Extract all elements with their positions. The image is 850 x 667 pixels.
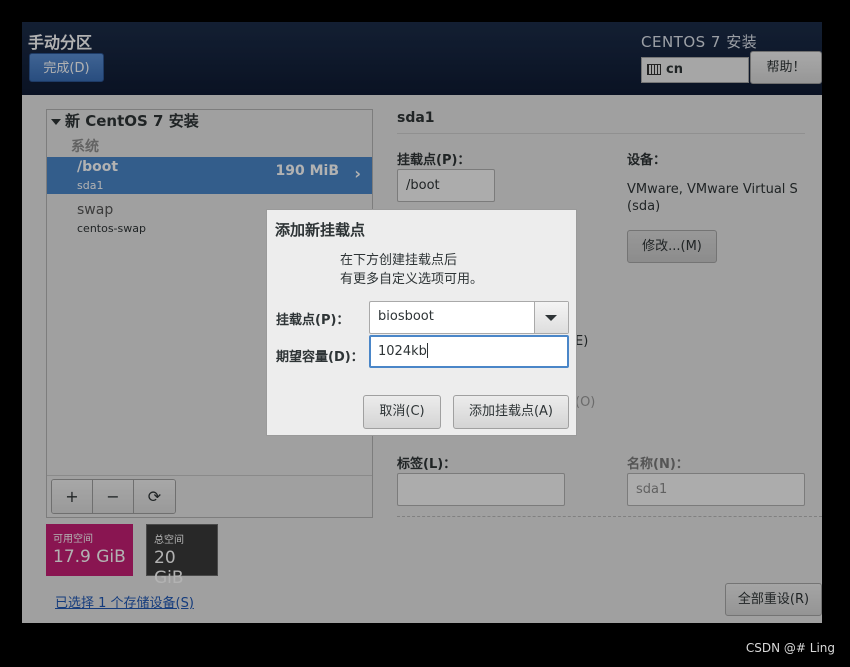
mount-point-combobox[interactable]: biosboot [369,301,569,334]
desired-capacity-input[interactable]: 1024kb [369,335,569,368]
add-mount-point-button[interactable]: 添加挂载点(A) [453,395,569,429]
watermark: CSDN @# Ling [745,641,835,655]
cancel-button[interactable]: 取消(C) [363,395,441,429]
desired-capacity-value: 1024kb [378,344,427,359]
dialog-title: 添加新挂载点 [275,221,366,239]
installer-window: 手动分区 完成(D) CENTOS 7 安装 cn 帮助！ 新 CentOS 7… [22,22,822,623]
dropdown-button[interactable] [534,302,568,333]
chevron-down-icon [545,315,557,321]
mount-point-label: 挂载点(P)： [276,313,350,328]
dialog-description: 在下方创建挂载点后 有更多自定义选项可用。 [340,251,483,289]
add-mount-point-dialog: 添加新挂载点 在下方创建挂载点后 有更多自定义选项可用。 挂载点(P)： bio… [266,209,577,436]
text-cursor [426,343,428,358]
dialog-description-line: 有更多自定义选项可用。 [340,272,484,287]
mount-point-value: biosboot [378,309,434,324]
dialog-description-line: 在下方创建挂载点后 [340,253,458,268]
desired-capacity-label: 期望容量(D)： [276,350,364,365]
